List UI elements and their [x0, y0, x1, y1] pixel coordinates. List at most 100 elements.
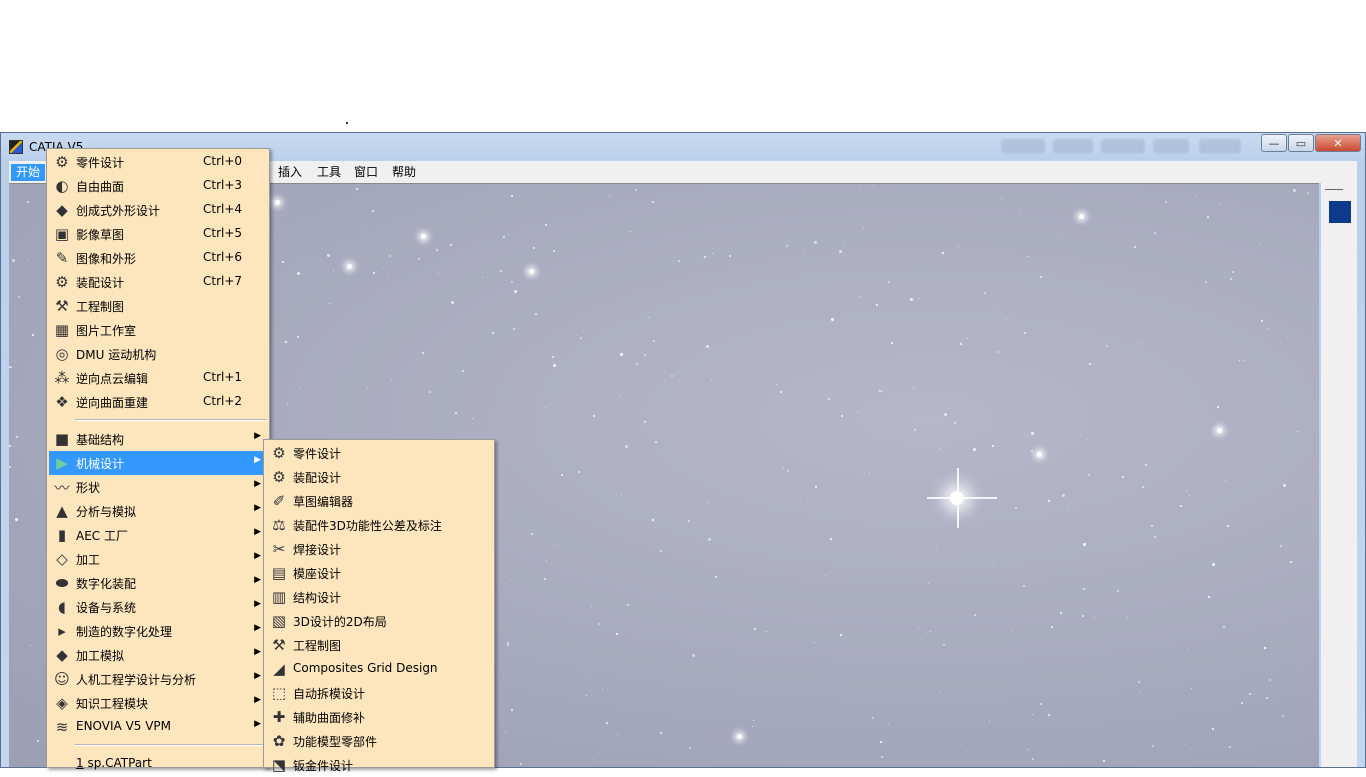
recent-file-item[interactable]: 1 sp.CATPart [49, 752, 267, 776]
toolbar-grip[interactable] [1325, 189, 1343, 190]
submenu-item[interactable]: ✿ 功能模型零部件 [266, 729, 492, 753]
star-dot [462, 370, 464, 372]
star-dot [839, 250, 842, 253]
start-menu-category[interactable]: ▶ 机械设计 ▶ [49, 451, 267, 475]
submenu-item[interactable]: ▧ 3D设计的2D布局 [266, 609, 492, 633]
layout-2d-icon: ▧ [271, 612, 287, 630]
menu-tools[interactable]: 工具 [312, 164, 346, 181]
star-dot [1040, 276, 1042, 278]
star-dot [388, 274, 389, 275]
restore-button[interactable]: ▭ [1288, 134, 1314, 152]
star-dot [503, 236, 505, 238]
star-dot [648, 317, 649, 318]
star-dot [450, 244, 452, 246]
start-menu-category[interactable]: ≋ ENOVIA V5 VPM ▶ [49, 715, 267, 739]
digital-process-icon: ▸ [58, 622, 66, 640]
star-dot [1057, 236, 1058, 237]
star-dot [327, 254, 330, 257]
star-dot [349, 341, 350, 342]
tolerancing-icon: ⚖ [272, 516, 286, 534]
star-dot [702, 261, 703, 262]
submenu-item[interactable]: ✐ 草图编辑器 [266, 489, 492, 513]
star-dot [438, 273, 439, 274]
close-button[interactable]: ✕ [1315, 134, 1361, 152]
functional-molded-icon: ✿ [272, 732, 286, 750]
start-menu-item[interactable]: ◆ 创成式外形设计 Ctrl+4 [49, 198, 267, 222]
star-dot [921, 638, 922, 639]
start-menu-item[interactable]: ⚙ 零件设计 Ctrl+0 [49, 150, 267, 174]
submenu-item[interactable]: ◢ Composites Grid Design [266, 657, 492, 681]
start-menu-item[interactable]: ◎ DMU 运动机构 [49, 342, 267, 366]
star-dot [783, 467, 784, 468]
bright-star-small [1037, 452, 1042, 457]
star-dot [954, 422, 956, 424]
star-dot [602, 689, 603, 690]
star-dot [879, 390, 881, 392]
start-menu-category[interactable]: ▮ AEC 工厂 ▶ [49, 523, 267, 547]
start-menu-category[interactable]: ■ 基础结构 ▶ [49, 427, 267, 451]
submenu-item[interactable]: ✚ 辅助曲面修补 [266, 705, 492, 729]
submenu-item[interactable]: ⚙ 装配设计 [266, 465, 492, 489]
submenu-item[interactable]: ⚙ 零件设计 [266, 441, 492, 465]
start-menu-item[interactable]: ⚒ 工程制图 [49, 294, 267, 318]
start-menu-category[interactable]: ◈ 知识工程模块 ▶ [49, 691, 267, 715]
star-dot [621, 494, 622, 495]
menu-window[interactable]: 窗口 [349, 164, 383, 181]
star-dot [472, 418, 473, 419]
submenu-item-label: 自动拆模设计 [293, 687, 366, 701]
start-menu-item-label: 图像和外形 [76, 252, 137, 266]
start-menu-category[interactable]: ⬬ 数字化装配 ▶ [49, 571, 267, 595]
start-menu-category[interactable]: ◆ 加工模拟 ▶ [49, 643, 267, 667]
star-dot [863, 228, 864, 229]
star-dot [967, 338, 968, 339]
start-menu-item[interactable]: ✎ 图像和外形 Ctrl+6 [49, 246, 267, 270]
submenu-item[interactable]: ⚒ 工程制图 [266, 633, 492, 657]
menu-help[interactable]: 帮助 [387, 164, 421, 181]
start-menu-item[interactable]: ▦ 图片工作室 [49, 318, 267, 342]
start-menu-item-label: 影像草图 [76, 228, 125, 242]
start-menu-item[interactable]: ❖ 逆向曲面重建 Ctrl+2 [49, 390, 267, 414]
start-menu-item[interactable]: ⁂ 逆向点云编辑 Ctrl+1 [49, 366, 267, 390]
submenu-item[interactable]: ▥ 结构设计 [266, 585, 492, 609]
star-dot [936, 549, 937, 550]
start-menu-category[interactable]: ☺ 人机工程学设计与分析 ▶ [49, 667, 267, 691]
submenu-item[interactable]: ⬔ 钣金件设计 [266, 753, 492, 777]
menu-start[interactable]: 开始 [11, 164, 46, 181]
bright-star-small [1217, 428, 1222, 433]
start-menu: ⚙ 零件设计 Ctrl+0 ◐ 自由曲面 Ctrl+3 ◆ 创成式外形设计 Ctrl+4 ▣ 影像草… [46, 148, 270, 770]
start-menu-category[interactable]: ▲ 分析与模拟 ▶ [49, 499, 267, 523]
star-dot [831, 318, 834, 321]
submenu-item[interactable]: ▤ 模座设计 [266, 561, 492, 585]
submenu-item[interactable]: ⬚ 自动拆模设计 [266, 681, 492, 705]
star-dot [830, 538, 832, 540]
start-menu-category[interactable]: ▸ 制造的数字化处理 ▶ [49, 619, 267, 643]
catia-logo-icon[interactable] [9, 140, 23, 154]
start-menu-category[interactable]: ◇ 加工 ▶ [49, 547, 267, 571]
toolbar-square-icon[interactable] [1329, 201, 1351, 223]
category-label: 知识工程模块 [76, 697, 149, 711]
star-dot [1297, 431, 1298, 432]
submenu-item[interactable]: ⚖ 装配件3D功能性公差及标注 [266, 513, 492, 537]
menu-insert[interactable]: 插入 [273, 164, 307, 181]
start-menu-item[interactable]: ⚙ 装配设计 Ctrl+7 [49, 270, 267, 294]
start-menu-item[interactable]: ◐ 自由曲面 Ctrl+3 [49, 174, 267, 198]
star-dot [1239, 360, 1240, 361]
star-dot [576, 335, 577, 336]
submenu-item[interactable]: ✂ 焊接设计 [266, 537, 492, 561]
gear-icon: ⚙ [272, 444, 286, 462]
mold-base-icon: ▤ [271, 564, 287, 582]
star-dot [1001, 198, 1002, 199]
star-dot [1191, 688, 1192, 689]
star-dot [1051, 626, 1053, 628]
start-menu-category[interactable]: ◖ 设备与系统 ▶ [49, 595, 267, 619]
start-menu-item[interactable]: ▣ 影像草图 Ctrl+5 [49, 222, 267, 246]
start-menu-category[interactable]: 〰形状 ▶ [49, 475, 267, 499]
star-dot [282, 261, 284, 263]
point-cloud-icon: ⁂ [54, 369, 70, 387]
star-dot [876, 304, 878, 306]
star-dot [627, 604, 629, 606]
star-dot [492, 332, 494, 334]
star-dot [930, 631, 931, 632]
star-dot [1281, 186, 1282, 187]
minimize-button[interactable]: — [1261, 134, 1287, 152]
